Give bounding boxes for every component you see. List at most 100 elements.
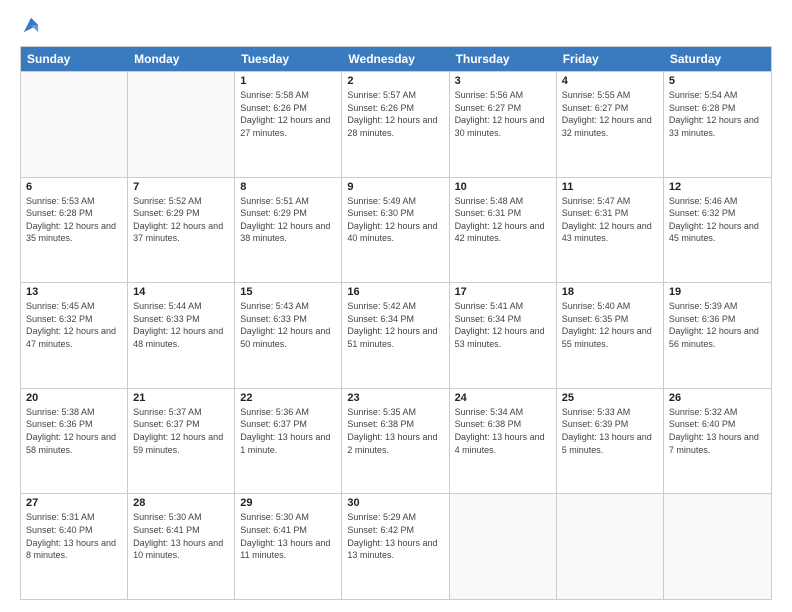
- day-number: 13: [26, 286, 122, 298]
- day-info: Sunrise: 5:51 AMSunset: 6:29 PMDaylight:…: [240, 195, 336, 245]
- day-number: 18: [562, 286, 658, 298]
- day-info: Sunrise: 5:48 AMSunset: 6:31 PMDaylight:…: [455, 195, 551, 245]
- header-day-tuesday: Tuesday: [235, 47, 342, 71]
- calendar-cell: [128, 72, 235, 177]
- day-number: 25: [562, 392, 658, 404]
- calendar-cell: 23Sunrise: 5:35 AMSunset: 6:38 PMDayligh…: [342, 389, 449, 494]
- day-info: Sunrise: 5:49 AMSunset: 6:30 PMDaylight:…: [347, 195, 443, 245]
- day-info: Sunrise: 5:53 AMSunset: 6:28 PMDaylight:…: [26, 195, 122, 245]
- day-number: 30: [347, 497, 443, 509]
- day-info: Sunrise: 5:46 AMSunset: 6:32 PMDaylight:…: [669, 195, 766, 245]
- calendar-cell: [557, 494, 664, 599]
- day-info: Sunrise: 5:55 AMSunset: 6:27 PMDaylight:…: [562, 89, 658, 139]
- day-number: 6: [26, 181, 122, 193]
- calendar-cell: 1 Sunrise: 5:58 AMSunset: 6:26 PMDaylight…: [235, 72, 342, 177]
- header-day-saturday: Saturday: [664, 47, 771, 71]
- day-number: 19: [669, 286, 766, 298]
- day-number: 9: [347, 181, 443, 193]
- header-day-monday: Monday: [128, 47, 235, 71]
- calendar-cell: 10 Sunrise: 5:48 AMSunset: 6:31 PMDayligh…: [450, 178, 557, 283]
- day-number: 26: [669, 392, 766, 404]
- day-number: 1: [240, 75, 336, 87]
- calendar-cell: 24 Sunrise: 5:34 AMSunset: 6:38 PMDayligh…: [450, 389, 557, 494]
- day-number: 10: [455, 181, 551, 193]
- day-number: 29: [240, 497, 336, 509]
- day-info: Sunrise: 5:58 AMSunset: 6:26 PMDaylight:…: [240, 89, 336, 139]
- calendar-cell: 29 Sunrise: 5:30 AMSunset: 6:41 PMDayligh…: [235, 494, 342, 599]
- calendar-header: SundayMondayTuesdayWednesdayThursdayFrid…: [21, 47, 771, 71]
- day-info: Sunrise: 5:38 AMSunset: 6:36 PMDaylight:…: [26, 406, 122, 456]
- calendar-week-5: 27 Sunrise: 5:31 AMSunset: 6:40 PMDayligh…: [21, 493, 771, 599]
- day-number: 23: [347, 392, 443, 404]
- calendar-cell: [21, 72, 128, 177]
- day-info: Sunrise: 5:41 AMSunset: 6:34 PMDaylight:…: [455, 300, 551, 350]
- day-number: 17: [455, 286, 551, 298]
- calendar-week-3: 13 Sunrise: 5:45 AMSunset: 6:32 PMDayligh…: [21, 282, 771, 388]
- day-number: 12: [669, 181, 766, 193]
- day-number: 5: [669, 75, 766, 87]
- calendar-cell: 13 Sunrise: 5:45 AMSunset: 6:32 PMDayligh…: [21, 283, 128, 388]
- calendar-cell: 20Sunrise: 5:38 AMSunset: 6:36 PMDayligh…: [21, 389, 128, 494]
- day-number: 3: [455, 75, 551, 87]
- calendar-cell: 26Sunrise: 5:32 AMSunset: 6:40 PMDayligh…: [664, 389, 771, 494]
- calendar-cell: 5 Sunrise: 5:54 AMSunset: 6:28 PMDaylight…: [664, 72, 771, 177]
- day-info: Sunrise: 5:44 AMSunset: 6:33 PMDaylight:…: [133, 300, 229, 350]
- header-day-sunday: Sunday: [21, 47, 128, 71]
- calendar-cell: 15 Sunrise: 5:43 AMSunset: 6:33 PMDayligh…: [235, 283, 342, 388]
- calendar-cell: 2Sunrise: 5:57 AMSunset: 6:26 PMDaylight…: [342, 72, 449, 177]
- day-info: Sunrise: 5:47 AMSunset: 6:31 PMDaylight:…: [562, 195, 658, 245]
- calendar-cell: [450, 494, 557, 599]
- day-number: 7: [133, 181, 229, 193]
- header-day-thursday: Thursday: [450, 47, 557, 71]
- day-info: Sunrise: 5:45 AMSunset: 6:32 PMDaylight:…: [26, 300, 122, 350]
- header-day-friday: Friday: [557, 47, 664, 71]
- day-info: Sunrise: 5:36 AMSunset: 6:37 PMDaylight:…: [240, 406, 336, 456]
- day-number: 4: [562, 75, 658, 87]
- calendar-cell: 16Sunrise: 5:42 AMSunset: 6:34 PMDayligh…: [342, 283, 449, 388]
- day-number: 14: [133, 286, 229, 298]
- day-number: 8: [240, 181, 336, 193]
- day-number: 15: [240, 286, 336, 298]
- calendar-week-1: 1 Sunrise: 5:58 AMSunset: 6:26 PMDaylight…: [21, 71, 771, 177]
- day-number: 28: [133, 497, 229, 509]
- logo-icon: [22, 16, 40, 34]
- calendar-cell: 25 Sunrise: 5:33 AMSunset: 6:39 PMDayligh…: [557, 389, 664, 494]
- calendar-cell: 22 Sunrise: 5:36 AMSunset: 6:37 PMDayligh…: [235, 389, 342, 494]
- calendar-cell: 7Sunrise: 5:52 AMSunset: 6:29 PMDaylight…: [128, 178, 235, 283]
- calendar-cell: 19 Sunrise: 5:39 AMSunset: 6:36 PMDayligh…: [664, 283, 771, 388]
- day-number: 16: [347, 286, 443, 298]
- calendar-cell: 11 Sunrise: 5:47 AMSunset: 6:31 PMDayligh…: [557, 178, 664, 283]
- calendar-cell: 6 Sunrise: 5:53 AMSunset: 6:28 PMDaylight…: [21, 178, 128, 283]
- day-info: Sunrise: 5:43 AMSunset: 6:33 PMDaylight:…: [240, 300, 336, 350]
- calendar-cell: 14 Sunrise: 5:44 AMSunset: 6:33 PMDayligh…: [128, 283, 235, 388]
- day-info: Sunrise: 5:33 AMSunset: 6:39 PMDaylight:…: [562, 406, 658, 456]
- logo: [20, 16, 40, 36]
- calendar-cell: 27 Sunrise: 5:31 AMSunset: 6:40 PMDayligh…: [21, 494, 128, 599]
- calendar-cell: 21Sunrise: 5:37 AMSunset: 6:37 PMDayligh…: [128, 389, 235, 494]
- day-info: Sunrise: 5:30 AMSunset: 6:41 PMDaylight:…: [133, 511, 229, 561]
- page: SundayMondayTuesdayWednesdayThursdayFrid…: [0, 0, 792, 612]
- calendar-cell: 4 Sunrise: 5:55 AMSunset: 6:27 PMDaylight…: [557, 72, 664, 177]
- day-info: Sunrise: 5:40 AMSunset: 6:35 PMDaylight:…: [562, 300, 658, 350]
- calendar-week-4: 20Sunrise: 5:38 AMSunset: 6:36 PMDayligh…: [21, 388, 771, 494]
- day-info: Sunrise: 5:39 AMSunset: 6:36 PMDaylight:…: [669, 300, 766, 350]
- day-info: Sunrise: 5:34 AMSunset: 6:38 PMDaylight:…: [455, 406, 551, 456]
- calendar: SundayMondayTuesdayWednesdayThursdayFrid…: [20, 46, 772, 600]
- calendar-week-2: 6 Sunrise: 5:53 AMSunset: 6:28 PMDaylight…: [21, 177, 771, 283]
- calendar-cell: 9 Sunrise: 5:49 AMSunset: 6:30 PMDaylight…: [342, 178, 449, 283]
- day-info: Sunrise: 5:31 AMSunset: 6:40 PMDaylight:…: [26, 511, 122, 561]
- calendar-cell: 3 Sunrise: 5:56 AMSunset: 6:27 PMDaylight…: [450, 72, 557, 177]
- day-number: 22: [240, 392, 336, 404]
- calendar-cell: 18 Sunrise: 5:40 AMSunset: 6:35 PMDayligh…: [557, 283, 664, 388]
- header: [20, 16, 772, 36]
- day-number: 11: [562, 181, 658, 193]
- day-number: 24: [455, 392, 551, 404]
- day-info: Sunrise: 5:37 AMSunset: 6:37 PMDaylight:…: [133, 406, 229, 456]
- day-info: Sunrise: 5:54 AMSunset: 6:28 PMDaylight:…: [669, 89, 766, 139]
- calendar-cell: 28 Sunrise: 5:30 AMSunset: 6:41 PMDayligh…: [128, 494, 235, 599]
- day-number: 27: [26, 497, 122, 509]
- day-info: Sunrise: 5:56 AMSunset: 6:27 PMDaylight:…: [455, 89, 551, 139]
- day-info: Sunrise: 5:30 AMSunset: 6:41 PMDaylight:…: [240, 511, 336, 561]
- day-number: 2: [347, 75, 443, 87]
- calendar-cell: 12 Sunrise: 5:46 AMSunset: 6:32 PMDayligh…: [664, 178, 771, 283]
